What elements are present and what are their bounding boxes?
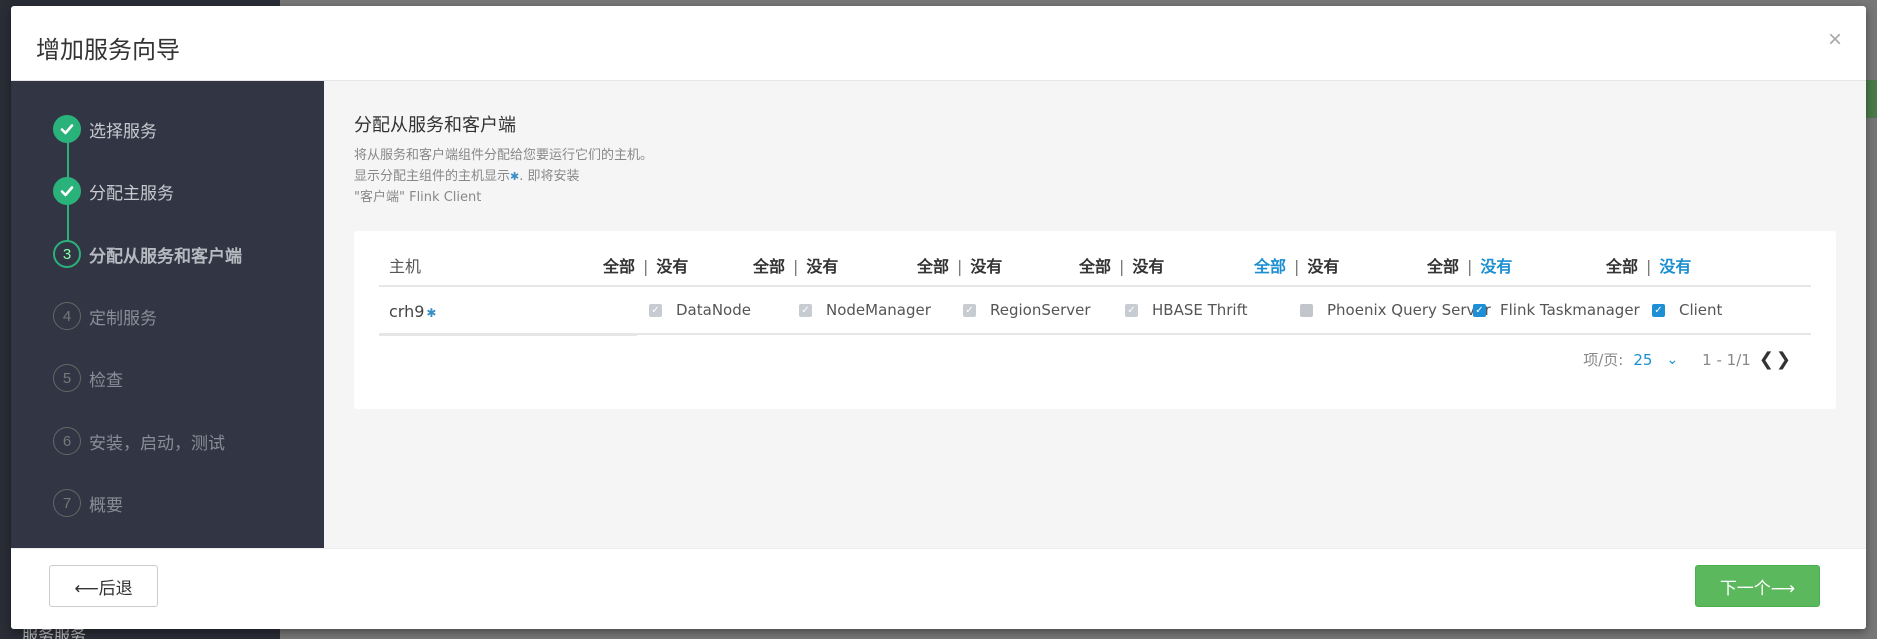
component-label: RegionServer [990, 301, 1091, 319]
step-assign-masters[interactable]: 分配主服务 [53, 176, 174, 206]
step-label: 选择服务 [89, 121, 157, 142]
component-label: Client [1679, 301, 1723, 319]
step-number: 6 [53, 427, 81, 455]
step-review: 5 检查 [53, 363, 123, 393]
star-icon: ✱ [426, 306, 437, 320]
column-header-nodemanager: 全部 | 没有 [753, 257, 839, 276]
component-label: DataNode [676, 301, 751, 319]
checkbox-checked-icon[interactable]: ✓ [1473, 303, 1486, 317]
select-none-link[interactable]: 没有 [806, 257, 838, 276]
step-label: 定制服务 [89, 308, 157, 329]
select-all-link[interactable]: 全部 [753, 257, 785, 276]
step-label: 安装，启动，测试 [89, 433, 225, 454]
star-icon: ✱ [510, 170, 520, 183]
client-checkbox[interactable]: ✓ Client [1652, 301, 1722, 319]
phoenix-query-server-checkbox[interactable]: Phoenix Query Server [1300, 301, 1491, 319]
select-none-link[interactable]: 没有 [970, 257, 1002, 276]
table-row: crh9 ✱ ✓ DataNode ✓ NodeManager ✓ RegionS… [379, 287, 1811, 336]
host-column-header: 主机 [389, 257, 422, 276]
modal-footer: ⟵后退 下一个⟶ [11, 548, 1866, 629]
step-number: 7 [53, 489, 81, 517]
component-label: HBASE Thrift [1152, 301, 1248, 319]
select-none-link[interactable]: 没有 [656, 257, 688, 276]
desc-line-1: 将从服务和客户端组件分配给您要运行它们的主机。 [354, 148, 654, 163]
component-label: Flink Taskmanager [1500, 301, 1640, 319]
select-none-link[interactable]: 没有 [1480, 257, 1512, 276]
step-label: 分配从服务和客户端 [89, 246, 242, 267]
per-page-label: 项/页: [1583, 351, 1624, 369]
component-label: Phoenix Query Server [1327, 301, 1491, 319]
column-header-flink-taskmanager: 全部 | 没有 [1427, 257, 1513, 276]
select-none-link[interactable]: 没有 [1132, 257, 1164, 276]
column-header-phoenix: 全部 | 没有 [1254, 257, 1340, 276]
datanode-checkbox[interactable]: ✓ DataNode [649, 301, 751, 319]
step-number: 5 [53, 364, 81, 392]
step-summary: 7 概要 [53, 488, 123, 518]
page-title: 分配从服务和客户端 [354, 115, 516, 136]
next-button[interactable]: 下一个⟶ [1695, 565, 1820, 607]
chevron-down-icon[interactable]: ⌄ [1666, 352, 1678, 368]
select-all-link[interactable]: 全部 [1427, 257, 1459, 276]
column-header-datanode: 全部 | 没有 [603, 257, 689, 276]
description: 将从服务和客户端组件分配给您要运行它们的主机。 显示分配主组件的主机显示✱. 即… [354, 145, 1836, 208]
nodemanager-checkbox[interactable]: ✓ NodeManager [799, 301, 931, 319]
select-all-link[interactable]: 全部 [603, 257, 635, 276]
checkbox-checked-icon[interactable]: ✓ [1125, 303, 1138, 317]
select-all-link[interactable]: 全部 [1254, 257, 1286, 276]
step-number: 4 [53, 302, 81, 330]
hbase-thrift-checkbox[interactable]: ✓ HBASE Thrift [1125, 301, 1248, 319]
modal-header: 增加服务向导 × [11, 6, 1866, 81]
back-button[interactable]: ⟵后退 [49, 565, 158, 607]
check-icon [53, 115, 81, 143]
wizard-steps: 选择服务 分配主服务 3 分配从服务和客户端 4 定制服务 5 检查 6 安装，… [11, 81, 324, 548]
select-all-link[interactable]: 全部 [1606, 257, 1638, 276]
step-label: 检查 [89, 370, 123, 391]
regionserver-checkbox[interactable]: ✓ RegionServer [963, 301, 1091, 319]
component-label: NodeManager [826, 301, 931, 319]
checkbox-unchecked-icon[interactable] [1300, 303, 1313, 317]
checkbox-checked-icon[interactable]: ✓ [963, 303, 976, 317]
step-customize-services: 4 定制服务 [53, 301, 157, 331]
desc-line-3: "客户端" Flink Client [354, 190, 482, 205]
flink-taskmanager-checkbox[interactable]: ✓ Flink Taskmanager [1473, 301, 1640, 319]
pagination: 项/页: 25 ⌄ 1 - 1/1 ❮ ❯ [1583, 349, 1791, 370]
wizard-content: 分配从服务和客户端 将从服务和客户端组件分配给您要运行它们的主机。 显示分配主组… [324, 81, 1866, 548]
step-label: 分配主服务 [89, 183, 174, 204]
table-header-row: 主机 全部 | 没有 全部 | 没有 全部 | 没有 全部 | 没有 全部 | 没有 [379, 231, 1811, 287]
checkbox-checked-icon[interactable]: ✓ [649, 303, 662, 317]
step-number: 3 [53, 240, 81, 268]
assign-table-panel: 主机 全部 | 没有 全部 | 没有 全部 | 没有 全部 | 没有 全部 | 没有 [354, 231, 1836, 409]
check-icon [53, 177, 81, 205]
column-header-regionserver: 全部 | 没有 [917, 257, 1003, 276]
step-assign-slaves[interactable]: 3 分配从服务和客户端 [53, 239, 242, 269]
modal-body: 选择服务 分配主服务 3 分配从服务和客户端 4 定制服务 5 检查 6 安装，… [11, 81, 1866, 548]
page-range: 1 - 1/1 [1702, 350, 1751, 369]
divider [379, 335, 637, 336]
step-select-services[interactable]: 选择服务 [53, 114, 157, 144]
close-icon[interactable]: × [1828, 28, 1842, 52]
next-page-icon[interactable]: ❯ [1776, 349, 1791, 370]
desc-line-2: 显示分配主组件的主机显示✱. 即将安装 [354, 169, 580, 184]
select-all-link[interactable]: 全部 [917, 257, 949, 276]
column-header-client: 全部 | 没有 [1606, 257, 1692, 276]
column-header-hbase-thrift: 全部 | 没有 [1079, 257, 1165, 276]
select-none-link[interactable]: 没有 [1307, 257, 1339, 276]
step-label: 概要 [89, 495, 123, 516]
add-service-wizard-modal: 增加服务向导 × 选择服务 分配主服务 3 分配从服务和客户端 4 定制服务 5… [11, 6, 1866, 629]
host-name: crh9 ✱ [389, 302, 437, 321]
checkbox-checked-icon[interactable]: ✓ [799, 303, 812, 317]
select-none-link[interactable]: 没有 [1659, 257, 1691, 276]
page-size-select[interactable]: 25 [1633, 351, 1652, 369]
modal-title: 增加服务向导 [36, 36, 180, 64]
checkbox-checked-icon[interactable]: ✓ [1652, 303, 1665, 317]
select-all-link[interactable]: 全部 [1079, 257, 1111, 276]
prev-page-icon[interactable]: ❮ [1759, 349, 1774, 370]
step-install-start-test: 6 安装，启动，测试 [53, 426, 225, 456]
